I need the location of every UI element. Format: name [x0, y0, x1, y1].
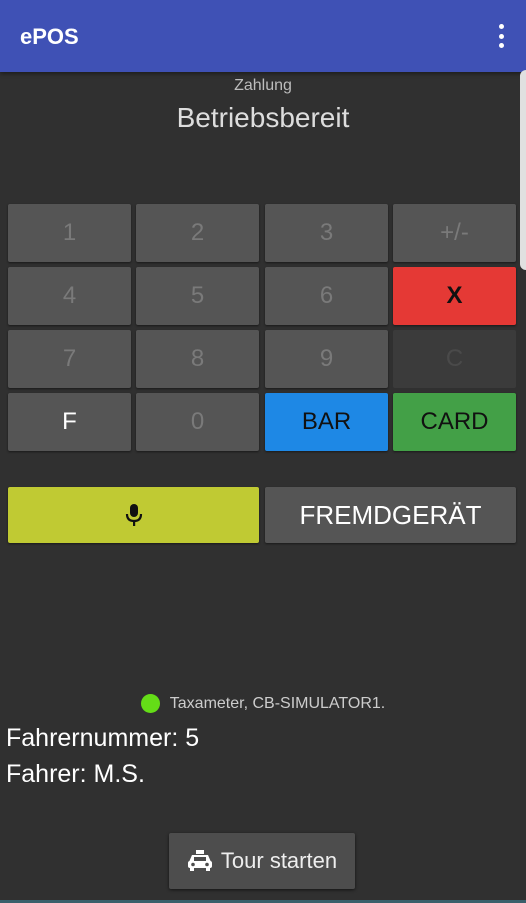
card-payment-button[interactable]: CARD [393, 393, 516, 451]
scroll-indicator [520, 70, 526, 270]
key-plus-minus[interactable]: +/- [393, 204, 516, 262]
key-2[interactable]: 2 [136, 204, 259, 262]
key-9[interactable]: 9 [265, 330, 388, 388]
start-tour-label: Tour starten [220, 848, 338, 873]
external-device-button[interactable]: FREMDGERÄT [265, 487, 516, 543]
connection-status-icon [140, 694, 160, 713]
taxi-icon [187, 850, 212, 871]
f-button[interactable]: F [8, 393, 131, 451]
key-5[interactable]: 5 [136, 267, 259, 325]
voice-input-button[interactable] [8, 487, 259, 543]
clear-button[interactable]: C [393, 330, 516, 388]
payment-subtitle: Zahlung [234, 77, 292, 94]
terminal-status: Betriebsbereit [176, 102, 350, 133]
key-4[interactable]: 4 [8, 267, 131, 325]
bar-payment-button[interactable]: BAR [265, 393, 388, 451]
microphone-icon [125, 504, 142, 526]
key-1[interactable]: 1 [8, 204, 131, 262]
key-8[interactable]: 8 [136, 330, 259, 388]
app-bar: ePOS [0, 0, 526, 72]
app-title: ePOS [20, 24, 79, 49]
driver-name: Fahrer: M.S. [6, 760, 145, 788]
cancel-button[interactable]: X [393, 267, 516, 325]
key-3[interactable]: 3 [265, 204, 388, 262]
device-status: Taxameter, CB-SIMULATOR1. [0, 694, 526, 713]
start-tour-button[interactable]: Tour starten [169, 833, 355, 889]
overflow-menu-icon[interactable] [496, 24, 506, 48]
device-label: Taxameter, CB-SIMULATOR1. [169, 694, 386, 712]
driver-number: Fahrernummer: 5 [6, 724, 200, 752]
key-7[interactable]: 7 [8, 330, 131, 388]
key-6[interactable]: 6 [265, 267, 388, 325]
key-0[interactable]: 0 [136, 393, 259, 451]
